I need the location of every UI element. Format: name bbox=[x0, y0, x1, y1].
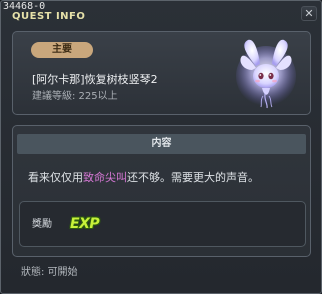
description-text-end: 还不够。需要更大的声音。 bbox=[127, 171, 259, 184]
quest-name: [阿尔卡那]恢复树枝竖琴2 bbox=[32, 73, 158, 86]
close-button[interactable]: ✕ bbox=[301, 6, 317, 21]
skill-name-highlight: 致命尖叫 bbox=[83, 171, 127, 184]
quest-content-panel: 内容 看来仅仅用致命尖叫还不够。需要更大的声音。 獎勵 EXP bbox=[12, 125, 311, 257]
quest-summary-panel: 主要 [阿尔卡那]恢复树枝竖琴2 建議等級: 225以上 bbox=[12, 31, 311, 115]
spirit-icon bbox=[236, 39, 296, 109]
close-icon: ✕ bbox=[304, 7, 314, 20]
reward-label: 獎勵 bbox=[32, 219, 52, 230]
window-title: QUEST INFO bbox=[12, 11, 86, 22]
quest-category-tag: 主要 bbox=[31, 42, 93, 58]
content-header: 内容 bbox=[17, 134, 306, 154]
recommended-level: 建議等級: 225以上 bbox=[32, 91, 118, 102]
quest-info-window: 34468-0 QUEST INFO ✕ 主要 [阿尔卡那]恢复树枝竖琴2 建議… bbox=[0, 0, 322, 294]
exp-reward-icon: EXP bbox=[70, 216, 100, 232]
quest-status: 狀態: 可開始 bbox=[21, 267, 78, 278]
quest-description: 看来仅仅用致命尖叫还不够。需要更大的声音。 bbox=[28, 171, 259, 184]
description-text-start: 看来仅仅用 bbox=[28, 171, 83, 184]
reward-box: 獎勵 EXP bbox=[19, 201, 306, 247]
